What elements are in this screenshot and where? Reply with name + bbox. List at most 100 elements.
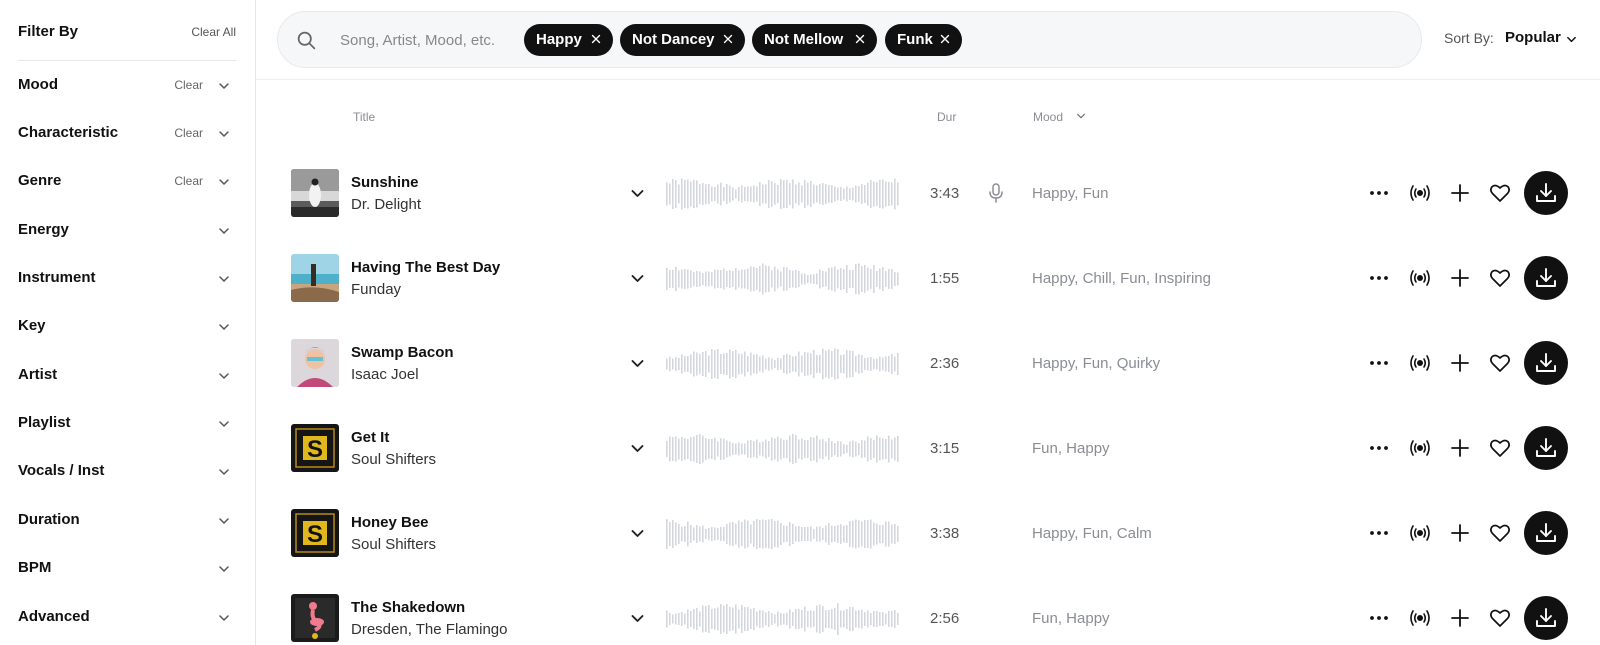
chevron-down-icon[interactable] bbox=[218, 417, 230, 429]
column-header-title[interactable]: Title bbox=[353, 110, 375, 124]
track-row[interactable]: Having The Best Day Funday 1:55 Happy, Chil… bbox=[256, 236, 1600, 321]
filter-playlist[interactable]: Playlist bbox=[18, 411, 236, 435]
sort-dropdown[interactable]: Popular bbox=[1505, 29, 1561, 46]
close-icon[interactable] bbox=[723, 34, 733, 44]
chevron-down-icon[interactable] bbox=[1076, 111, 1086, 121]
broadcast-icon[interactable] bbox=[1409, 522, 1431, 544]
filter-chip[interactable]: Funk bbox=[885, 24, 962, 56]
filter-mood[interactable]: Mood Clear bbox=[18, 73, 236, 97]
track-artist[interactable]: Dr. Delight bbox=[351, 196, 421, 213]
chevron-down-icon[interactable] bbox=[218, 127, 230, 139]
waveform[interactable] bbox=[666, 177, 900, 211]
heart-icon[interactable] bbox=[1489, 607, 1511, 629]
column-header-mood[interactable]: Mood bbox=[1033, 110, 1063, 124]
close-icon[interactable] bbox=[940, 34, 950, 44]
album-cover[interactable]: S bbox=[291, 509, 339, 557]
more-dots-icon[interactable] bbox=[1368, 607, 1390, 629]
plus-icon[interactable] bbox=[1449, 607, 1471, 629]
album-cover[interactable] bbox=[291, 594, 339, 642]
clear-all-button[interactable]: Clear All bbox=[191, 25, 236, 39]
waveform[interactable] bbox=[666, 347, 900, 381]
filter-duration[interactable]: Duration bbox=[18, 508, 236, 532]
chevron-down-icon[interactable] bbox=[218, 369, 230, 381]
more-dots-icon[interactable] bbox=[1368, 352, 1390, 374]
download-button[interactable] bbox=[1524, 256, 1568, 300]
filter-vocals-inst[interactable]: Vocals / Inst bbox=[18, 459, 236, 483]
waveform[interactable] bbox=[666, 432, 900, 466]
chevron-down-icon[interactable] bbox=[218, 175, 230, 187]
chevron-down-icon[interactable] bbox=[630, 186, 645, 201]
filter-clear-button[interactable]: Clear bbox=[174, 78, 203, 92]
track-title[interactable]: Honey Bee bbox=[351, 514, 429, 531]
filter-characteristic[interactable]: Characteristic Clear bbox=[18, 121, 236, 145]
heart-icon[interactable] bbox=[1489, 522, 1511, 544]
filter-chip[interactable]: Not Mellow bbox=[752, 24, 877, 56]
track-artist[interactable]: Funday bbox=[351, 281, 401, 298]
album-cover[interactable] bbox=[291, 254, 339, 302]
track-title[interactable]: The Shakedown bbox=[351, 599, 465, 616]
filter-energy[interactable]: Energy bbox=[18, 218, 236, 242]
track-row[interactable]: The Shakedown Dresden, The Flamingo 2:56 Fu… bbox=[256, 576, 1600, 645]
broadcast-icon[interactable] bbox=[1409, 182, 1431, 204]
waveform[interactable] bbox=[666, 602, 900, 636]
filter-clear-button[interactable]: Clear bbox=[174, 126, 203, 140]
download-button[interactable] bbox=[1524, 171, 1568, 215]
filter-clear-button[interactable]: Clear bbox=[174, 174, 203, 188]
filter-chip[interactable]: Not Dancey bbox=[620, 24, 745, 56]
more-dots-icon[interactable] bbox=[1368, 522, 1390, 544]
chevron-down-icon[interactable] bbox=[218, 465, 230, 477]
filter-advanced[interactable]: Advanced bbox=[18, 605, 236, 629]
album-cover[interactable] bbox=[291, 169, 339, 217]
column-header-duration[interactable]: Dur bbox=[937, 110, 956, 124]
broadcast-icon[interactable] bbox=[1409, 437, 1431, 459]
download-button[interactable] bbox=[1524, 426, 1568, 470]
heart-icon[interactable] bbox=[1489, 182, 1511, 204]
chevron-down-icon[interactable] bbox=[218, 224, 230, 236]
heart-icon[interactable] bbox=[1489, 352, 1511, 374]
chevron-down-icon[interactable] bbox=[630, 526, 645, 541]
search-icon[interactable] bbox=[296, 30, 317, 51]
broadcast-icon[interactable] bbox=[1409, 267, 1431, 289]
more-dots-icon[interactable] bbox=[1368, 437, 1390, 459]
filter-chip[interactable]: Happy bbox=[524, 24, 613, 56]
download-button[interactable] bbox=[1524, 511, 1568, 555]
heart-icon[interactable] bbox=[1489, 267, 1511, 289]
filter-bpm[interactable]: BPM bbox=[18, 556, 236, 580]
broadcast-icon[interactable] bbox=[1409, 352, 1431, 374]
filter-artist[interactable]: Artist bbox=[18, 363, 236, 387]
track-title[interactable]: Having The Best Day bbox=[351, 259, 500, 276]
track-row[interactable]: Sunshine Dr. Delight 3:43 Happy, Fun bbox=[256, 151, 1600, 236]
track-artist[interactable]: Isaac Joel bbox=[351, 366, 419, 383]
plus-icon[interactable] bbox=[1449, 267, 1471, 289]
search-input[interactable] bbox=[340, 28, 515, 52]
plus-icon[interactable] bbox=[1449, 182, 1471, 204]
waveform[interactable] bbox=[666, 517, 900, 551]
plus-icon[interactable] bbox=[1449, 437, 1471, 459]
close-icon[interactable] bbox=[591, 34, 601, 44]
chevron-down-icon[interactable] bbox=[630, 356, 645, 371]
heart-icon[interactable] bbox=[1489, 437, 1511, 459]
track-row[interactable]: Swamp Bacon Isaac Joel 2:36 Happy, Fun, Qui… bbox=[256, 321, 1600, 406]
chevron-down-icon[interactable] bbox=[218, 79, 230, 91]
chevron-down-icon[interactable] bbox=[218, 611, 230, 623]
filter-genre[interactable]: Genre Clear bbox=[18, 169, 236, 193]
track-artist[interactable]: Soul Shifters bbox=[351, 536, 436, 553]
more-dots-icon[interactable] bbox=[1368, 267, 1390, 289]
plus-icon[interactable] bbox=[1449, 522, 1471, 544]
broadcast-icon[interactable] bbox=[1409, 607, 1431, 629]
album-cover[interactable] bbox=[291, 339, 339, 387]
chevron-down-icon[interactable] bbox=[218, 514, 230, 526]
chevron-down-icon[interactable] bbox=[630, 441, 645, 456]
filter-instrument[interactable]: Instrument bbox=[18, 266, 236, 290]
track-title[interactable]: Get It bbox=[351, 429, 389, 446]
close-icon[interactable] bbox=[855, 34, 865, 44]
chevron-down-icon[interactable] bbox=[218, 320, 230, 332]
filter-key[interactable]: Key bbox=[18, 314, 236, 338]
download-button[interactable] bbox=[1524, 341, 1568, 385]
chevron-down-icon[interactable] bbox=[218, 272, 230, 284]
track-row[interactable]: S Get It Soul Shifters 3:15 Fun, Happy bbox=[256, 406, 1600, 491]
track-title[interactable]: Swamp Bacon bbox=[351, 344, 454, 361]
album-cover[interactable]: S bbox=[291, 424, 339, 472]
track-artist[interactable]: Soul Shifters bbox=[351, 451, 436, 468]
download-button[interactable] bbox=[1524, 596, 1568, 640]
